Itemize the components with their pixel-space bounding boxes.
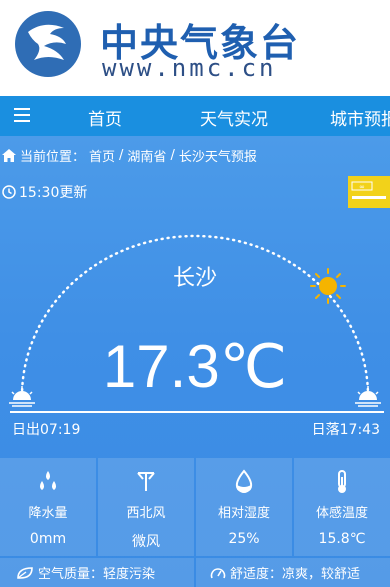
sunset-time: 日落17:43 (311, 422, 380, 438)
breadcrumb-separator: / (170, 148, 175, 163)
breadcrumb-separator: / (119, 148, 124, 163)
comfort-text: 舒适度：凉爽，较舒适 (230, 567, 361, 582)
site-url[interactable]: www.nmc.cn (102, 54, 277, 82)
stat-feels-like: 体感温度 15.8℃ (294, 458, 390, 556)
nav-item-observations[interactable]: 天气实况 (200, 105, 268, 130)
sun-path-arc (9, 234, 384, 413)
breadcrumb-item-home[interactable]: 首页 (89, 146, 115, 165)
bottom-indices: 空气质量：轻度污染 舒适度：凉爽，较舒适 (0, 558, 390, 587)
stat-label: 体感温度 (315, 506, 368, 521)
humidity-drop-icon (235, 469, 253, 493)
wind-vane-icon (137, 472, 155, 491)
stat-humidity: 相对湿度 25% (196, 458, 292, 556)
nav-item-home[interactable]: 首页 (88, 105, 122, 130)
site-header: 中央气象台 www.nmc.cn (0, 0, 390, 96)
raindrops-icon (40, 471, 56, 490)
stat-label: 降水量 (28, 506, 68, 521)
comfort-gauge-icon (210, 567, 226, 578)
svg-text:∞: ∞ (359, 183, 365, 191)
air-quality-text: 空气质量：轻度污染 (38, 567, 156, 582)
stat-wind: 西北风 微风 (98, 458, 194, 556)
update-time-text: 15:30更新 (19, 185, 88, 201)
update-time: 15:30更新 (2, 182, 87, 202)
badge-icon: ∞ (351, 181, 386, 199)
nav-item-city-forecast[interactable]: 城市预报 (330, 105, 390, 130)
sunrise-time: 日出07:19 (12, 422, 81, 438)
main-nav: 首页 天气实况 城市预报 (0, 96, 390, 136)
stat-value: 0mm (29, 531, 67, 547)
thermometer-icon (338, 470, 346, 493)
warning-badge[interactable]: ∞ (348, 176, 390, 208)
stat-label: 西北风 (126, 506, 166, 521)
stat-value: 25% (228, 531, 260, 547)
leaf-icon (17, 566, 33, 579)
breadcrumb: 当前位置： 首页 / 湖南省 / 长沙天气预报 (2, 146, 257, 165)
clock-icon (2, 185, 16, 199)
comfort-index[interactable]: 舒适度：凉爽，较舒适 (196, 558, 390, 587)
air-quality[interactable]: 空气质量：轻度污染 (0, 558, 194, 587)
breadcrumb-item-province[interactable]: 湖南省 (127, 146, 166, 165)
home-icon (2, 149, 16, 162)
stat-precipitation: 降水量 0mm (0, 458, 96, 556)
stat-label: 相对湿度 (217, 506, 270, 521)
stat-value: 微风 (132, 534, 160, 550)
city-name: 长沙 (172, 266, 217, 291)
weather-panel: 当前位置： 首页 / 湖南省 / 长沙天气预报 15:30更新 ∞ 长沙 17.… (0, 136, 390, 587)
menu-icon[interactable] (14, 108, 30, 122)
breadcrumb-label: 当前位置： (20, 150, 86, 165)
nmc-logo-icon[interactable] (14, 10, 82, 78)
weather-stats: 降水量 0mm 西北风 微风 相对湿度 25% 体感温度 15.8℃ (0, 458, 390, 556)
breadcrumb-item-current: 长沙天气预报 (178, 150, 257, 165)
stat-value: 15.8℃ (318, 531, 366, 547)
current-temperature: 17.3℃ (102, 333, 288, 400)
